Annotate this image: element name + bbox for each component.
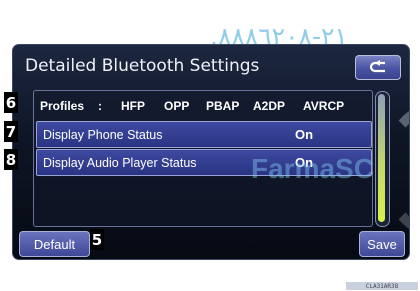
profiles-separator: : — [98, 98, 102, 113]
save-button[interactable]: Save — [359, 231, 405, 257]
profile-opp: OPP — [164, 98, 190, 113]
display-phone-status-row[interactable]: Display Phone Status On — [36, 121, 372, 148]
profiles-row: Profiles : HFP OPP PBAP A2DP AVRCP — [36, 93, 370, 118]
display-audio-player-status-label: Display Audio Player Status — [43, 155, 197, 170]
return-arrow-icon — [369, 59, 385, 72]
profiles-label: Profiles — [40, 98, 85, 113]
profile-avrcp: AVRCP — [303, 98, 345, 113]
profile-pbap: PBAP — [206, 98, 240, 113]
bluetooth-settings-screen: Detailed Bluetooth Settings Profiles : H… — [12, 44, 410, 260]
profile-a2dp: A2DP — [253, 98, 286, 113]
page-title: Detailed Bluetooth Settings — [25, 56, 260, 76]
display-phone-status-value: On — [295, 127, 314, 142]
callout-badge-7: 7 — [4, 121, 18, 142]
callout-badge-6: 6 — [4, 92, 18, 113]
default-button[interactable]: Default — [19, 231, 90, 257]
profile-hfp: HFP — [121, 98, 145, 113]
back-button[interactable] — [355, 55, 401, 80]
display-phone-status-label: Display Phone Status — [43, 127, 163, 142]
callout-badge-8: 8 — [4, 149, 18, 170]
catalog-code: CLA31AR38 — [346, 282, 418, 290]
callout-badge-5: 5 — [90, 229, 104, 250]
watermark-text: FarmaSC — [251, 153, 374, 184]
